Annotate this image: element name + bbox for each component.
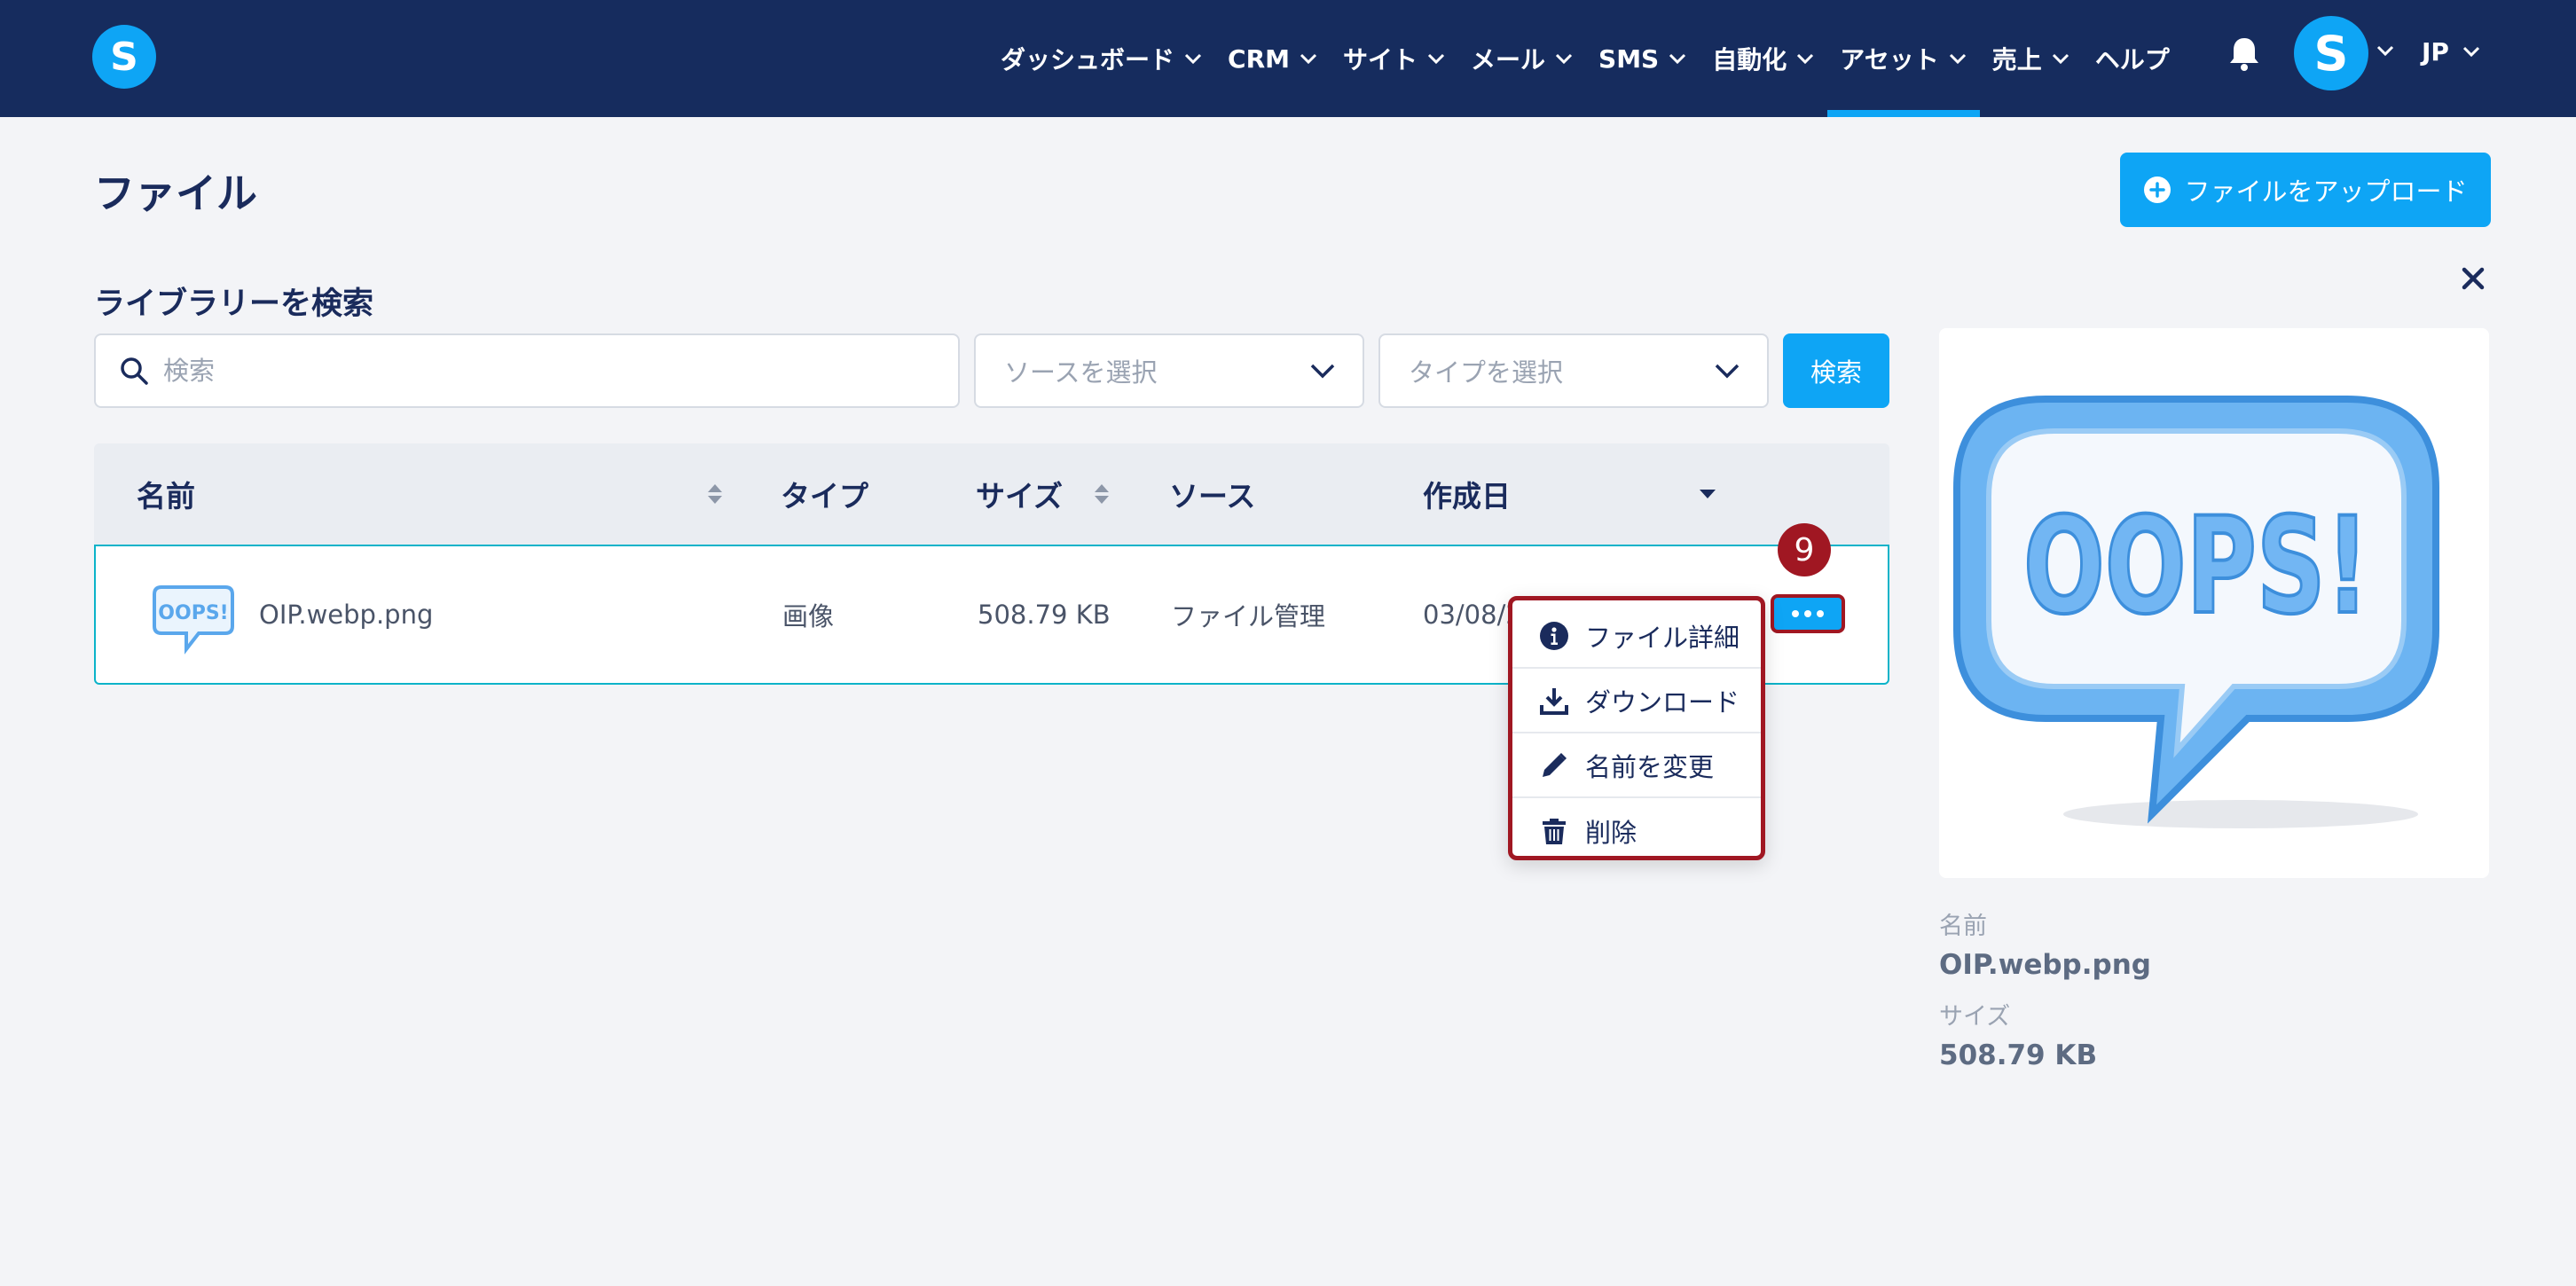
search-input[interactable] <box>163 356 926 386</box>
pencil-icon <box>1543 752 1567 777</box>
step-badge: 9 <box>1778 523 1831 576</box>
search-field[interactable] <box>94 333 960 408</box>
preview-name-label: 名前 <box>1939 913 1987 940</box>
thumbnail-text: OOPS! <box>158 602 228 624</box>
close-icon[interactable] <box>2457 263 2489 294</box>
file-type-cell: 画像 <box>782 601 835 631</box>
sort-icon[interactable] <box>1093 481 1111 507</box>
file-preview: OOPS! <box>1939 328 2489 878</box>
nav-item-label: SMS <box>1598 43 1660 74</box>
language-switcher[interactable]: JP <box>2422 0 2481 103</box>
column-header-created[interactable]: 作成日 <box>1423 443 1511 545</box>
nav-item-sites[interactable]: サイト <box>1331 0 1458 117</box>
nav-item-mail[interactable]: メール <box>1458 0 1586 117</box>
chevron-down-icon <box>1715 364 1740 379</box>
top-navigation-bar: S ダッシュボード CRM サイト メール SMS 自動化 アセット 売上 ヘル… <box>0 0 2576 117</box>
nav-item-automation[interactable]: 自動化 <box>1700 0 1827 117</box>
menu-item-file-details[interactable]: ファイル詳細 <box>1512 604 1761 669</box>
nav-item-label: ダッシュボード <box>1001 45 1175 74</box>
row-action-menu: ファイル詳細 ダウンロード 名前を変更 削除 <box>1508 596 1765 860</box>
nav-item-assets[interactable]: アセット <box>1827 0 1981 117</box>
chevron-down-icon <box>1427 53 1445 65</box>
nav-item-dashboard[interactable]: ダッシュボード <box>988 0 1215 117</box>
menu-item-label: 名前を変更 <box>1585 751 1715 782</box>
chevron-down-icon <box>1184 53 1202 65</box>
column-header-source[interactable]: ソース <box>1169 443 1255 545</box>
search-button[interactable]: 検索 <box>1783 333 1889 408</box>
trash-icon <box>1543 818 1566 844</box>
file-thumbnail: OOPS! <box>153 585 234 655</box>
nav-item-label: アセット <box>1840 45 1939 74</box>
chevron-down-icon <box>1310 364 1335 379</box>
sort-icon[interactable] <box>706 481 724 507</box>
file-created-cell: 03/08/2 <box>1423 600 1515 630</box>
ellipsis-icon <box>1804 610 1811 617</box>
nav-item-label: 売上 <box>1991 45 2042 74</box>
caret-down-icon[interactable] <box>1698 488 1717 500</box>
menu-item-label: ファイル詳細 <box>1585 622 1740 653</box>
chevron-down-icon[interactable] <box>2376 44 2395 57</box>
file-size-cell: 508.79 KB <box>978 600 1111 630</box>
menu-item-delete[interactable]: 削除 <box>1512 798 1761 863</box>
upload-file-button[interactable]: ファイルをアップロード <box>2120 153 2491 227</box>
nav-item-label: 自動化 <box>1712 45 1787 74</box>
upload-file-label: ファイルをアップロード <box>2184 176 2468 207</box>
column-header-name[interactable]: 名前 <box>137 443 195 545</box>
preview-image-text: OOPS! <box>2023 490 2369 644</box>
preview-name-value: OIP.webp.png <box>1939 949 2151 981</box>
file-source-cell: ファイル管理 <box>1171 601 1326 631</box>
chevron-down-icon <box>1949 53 1966 65</box>
nav-item-help[interactable]: ヘルプ <box>2083 0 2182 117</box>
chevron-down-icon <box>2052 53 2069 65</box>
column-header-type[interactable]: タイプ <box>781 443 868 545</box>
chevron-down-icon <box>1555 53 1573 65</box>
ellipsis-icon <box>1792 610 1799 617</box>
download-icon <box>1540 687 1568 715</box>
chevron-down-icon <box>1797 53 1814 65</box>
app-logo[interactable]: S <box>92 25 156 89</box>
nav-item-label: サイト <box>1343 45 1418 74</box>
menu-item-download[interactable]: ダウンロード <box>1512 669 1761 733</box>
page-title: ファイル <box>94 169 257 217</box>
more-actions-button[interactable] <box>1771 594 1845 633</box>
plus-circle-icon <box>2144 176 2172 203</box>
type-select-placeholder: タイプを選択 <box>1409 357 1564 388</box>
nav-item-sms[interactable]: SMS <box>1586 0 1700 117</box>
search-icon <box>121 357 148 385</box>
nav-item-label: ヘルプ <box>2094 45 2170 74</box>
nav-item-label: メール <box>1471 45 1546 74</box>
menu-item-label: ダウンロード <box>1585 686 1740 717</box>
preview-size-value: 508.79 KB <box>1939 1039 2098 1071</box>
table-header: 名前 タイプ サイズ ソース 作成日 <box>94 443 1889 545</box>
type-select[interactable]: タイプを選択 <box>1378 333 1769 408</box>
chevron-down-icon <box>2462 46 2480 58</box>
chevron-down-icon <box>1669 53 1686 65</box>
column-header-size[interactable]: サイズ <box>976 443 1063 545</box>
bell-icon[interactable] <box>2225 34 2264 73</box>
file-name-cell: OIP.webp.png <box>259 600 434 630</box>
menu-item-rename[interactable]: 名前を変更 <box>1512 733 1761 798</box>
preview-size-label: サイズ <box>1939 1003 2011 1031</box>
source-select[interactable]: ソースを選択 <box>974 333 1364 408</box>
main-nav: ダッシュボード CRM サイト メール SMS 自動化 アセット 売上 ヘルプ <box>988 0 2182 117</box>
source-select-placeholder: ソースを選択 <box>1004 357 1158 388</box>
search-section-title: ライブラリーを検索 <box>94 286 374 322</box>
chevron-down-icon <box>1300 53 1317 65</box>
nav-item-label: CRM <box>1228 43 1290 74</box>
info-icon <box>1540 621 1568 650</box>
menu-item-label: 削除 <box>1585 817 1637 848</box>
nav-item-crm[interactable]: CRM <box>1215 0 1331 117</box>
language-label: JP <box>2422 36 2449 67</box>
preview-image: OOPS! <box>1953 396 2439 828</box>
ellipsis-icon <box>1817 610 1824 617</box>
user-avatar[interactable]: S <box>2294 16 2368 90</box>
nav-item-sales[interactable]: 売上 <box>1980 0 2083 117</box>
